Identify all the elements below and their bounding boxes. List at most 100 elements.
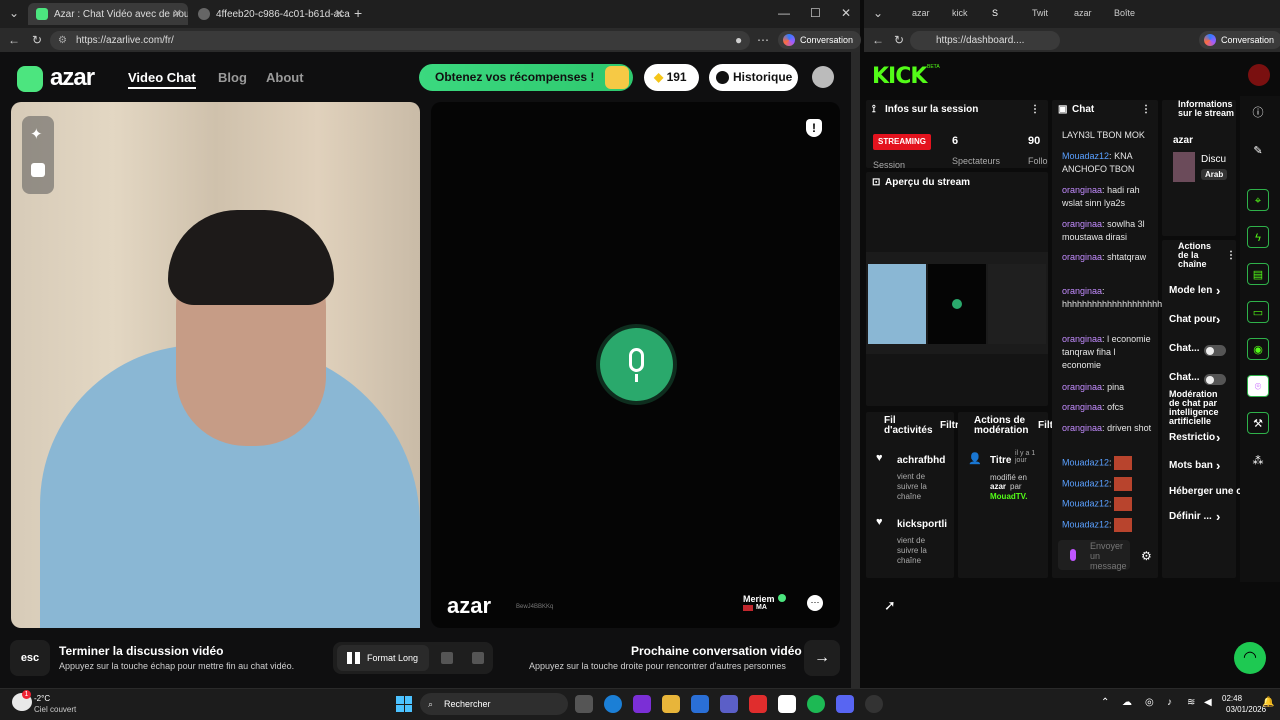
location-pin-icon[interactable]: ⌾: [1247, 375, 1269, 397]
refresh-icon[interactable]: ↻: [894, 33, 904, 47]
chat-username[interactable]: Mouadaz12: [1062, 478, 1109, 488]
channel-action-item[interactable]: Chat...: [1169, 343, 1200, 354]
chat-settings-icon[interactable]: ⚙: [1141, 549, 1152, 563]
chevron-right-icon[interactable]: ›: [1216, 510, 1220, 523]
chevron-right-icon[interactable]: ›: [1216, 431, 1220, 444]
rtab-kick[interactable]: kick: [952, 8, 968, 18]
notification-bell-icon[interactable]: 🔔: [1262, 697, 1274, 708]
sparkle-effects-icon[interactable]: ✦: [30, 125, 43, 143]
rtab-twitch[interactable]: Twit: [1032, 8, 1048, 18]
chat-username[interactable]: Mouadaz12: [1062, 151, 1109, 161]
volume-icon[interactable]: ◀: [1204, 697, 1212, 708]
gems-button[interactable]: ◆ 191: [644, 64, 699, 91]
chat-username[interactable]: Mouadaz12: [1062, 498, 1109, 508]
tab-azar[interactable]: Azar : Chat Vidéo avec de nou ✕: [28, 3, 188, 25]
edit-icon[interactable]: ✎: [1247, 140, 1269, 162]
channel-action-item[interactable]: Définir ...: [1169, 511, 1212, 522]
chat-username[interactable]: oranginaa: [1062, 382, 1102, 392]
esc-key[interactable]: esc: [10, 640, 50, 676]
cloud-tray-icon[interactable]: ☁: [1122, 697, 1132, 708]
teams-icon[interactable]: [720, 695, 738, 713]
format-long-button[interactable]: Format Long: [337, 645, 429, 671]
profile-icon[interactable]: ●: [735, 33, 742, 47]
chat-username[interactable]: oranginaa: [1062, 423, 1102, 433]
task-view-icon[interactable]: [575, 695, 593, 713]
chat-input[interactable]: Envoyer un message: [1058, 540, 1130, 571]
store-icon[interactable]: [691, 695, 709, 713]
chat-username[interactable]: Mouadaz12: [1062, 519, 1109, 529]
chrome-icon[interactable]: [865, 695, 883, 713]
back-icon[interactable]: ←: [8, 33, 20, 47]
user-avatar[interactable]: [1248, 64, 1270, 86]
nav-blog[interactable]: Blog: [218, 70, 247, 85]
next-arrow-button[interactable]: →: [804, 640, 840, 676]
tab-list-icon[interactable]: ⌄: [9, 6, 19, 20]
edge-icon[interactable]: [604, 695, 622, 713]
activity-user[interactable]: achrafbhd: [897, 455, 945, 466]
windows-start-icon[interactable]: [396, 696, 412, 712]
channel-action-item[interactable]: Héberger une c: [1169, 486, 1242, 497]
channel-action-item[interactable]: Restrictio: [1169, 432, 1215, 443]
moderation-filter[interactable]: Filt: [1038, 420, 1053, 431]
next-chat-title[interactable]: Prochaine conversation vidéo: [631, 644, 802, 658]
azar-logo-text[interactable]: azar: [50, 64, 95, 92]
close-tab-icon[interactable]: ✕: [173, 7, 182, 20]
channel-action-item[interactable]: Modération de chat par intelligence arti…: [1169, 390, 1225, 426]
chat-username[interactable]: oranginaa: [1062, 185, 1102, 195]
maximize-button[interactable]: ☐: [810, 6, 821, 20]
chat-username[interactable]: oranginaa: [1062, 334, 1102, 344]
broadcast-icon[interactable]: ◉: [1247, 338, 1269, 360]
chat-username[interactable]: oranginaa: [1062, 252, 1102, 262]
chat-username[interactable]: oranginaa: [1062, 402, 1102, 412]
nav-video-chat[interactable]: Video Chat: [128, 70, 196, 89]
activity-user[interactable]: kicksportli: [897, 519, 947, 530]
location-tray-icon[interactable]: ◎: [1145, 697, 1154, 708]
voice-input-icon[interactable]: [1070, 549, 1076, 561]
channel-action-item[interactable]: Mode len: [1169, 285, 1212, 296]
end-chat-title[interactable]: Terminer la discussion vidéo: [59, 644, 224, 658]
chat-menu-icon[interactable]: ⋮: [1141, 104, 1151, 115]
chat-bubble-icon[interactable]: ▭: [1247, 301, 1269, 323]
rtab-azar[interactable]: azar: [912, 8, 930, 18]
left-scrollbar[interactable]: [851, 52, 860, 688]
grid-format-icon[interactable]: [441, 652, 453, 664]
tray-chevron-icon[interactable]: ⌃: [1101, 697, 1109, 708]
url-input[interactable]: ⚙ https://azarlive.com/fr/: [50, 31, 750, 50]
channel-action-item[interactable]: Mots ban: [1169, 460, 1213, 471]
microphone-button[interactable]: [600, 328, 673, 401]
kick-logo[interactable]: KICK: [872, 64, 927, 89]
lightning-icon[interactable]: ϟ: [1247, 226, 1269, 248]
new-tab-button[interactable]: +: [354, 6, 362, 20]
channel-action-item[interactable]: Chat...: [1169, 372, 1200, 383]
copilot-conversation-button[interactable]: Conversation: [1199, 31, 1280, 49]
mod-item-user[interactable]: MouadTV.: [990, 492, 1027, 501]
rewards-button[interactable]: Obtenez vos récompenses !: [419, 64, 633, 91]
rtab-mail[interactable]: Boîte: [1114, 8, 1135, 18]
copilot-conversation-button[interactable]: Conversation: [778, 31, 862, 49]
chat-bubble-icon[interactable]: ⋯: [807, 595, 823, 611]
chevron-right-icon[interactable]: ›: [1216, 313, 1220, 326]
clock-time[interactable]: 02:48: [1222, 694, 1242, 703]
minimize-button[interactable]: —: [778, 6, 790, 20]
wrench-icon[interactable]: ⚒: [1247, 412, 1269, 434]
channel-actions-menu-icon[interactable]: ⋮: [1226, 250, 1236, 261]
close-tab-icon[interactable]: ✕: [335, 7, 344, 20]
stream-preview-video[interactable]: [866, 252, 1048, 354]
nodes-icon[interactable]: ⁂: [1247, 450, 1269, 472]
taskbar-search[interactable]: ⌕ Rechercher: [420, 693, 568, 715]
back-icon[interactable]: ←: [872, 33, 884, 47]
report-shield-icon[interactable]: !: [806, 119, 822, 137]
azar-logo-icon[interactable]: [17, 66, 43, 92]
refresh-icon[interactable]: ↻: [32, 33, 42, 47]
recorder-icon[interactable]: [749, 695, 767, 713]
tab-dashboard[interactable]: 4ffeeb20-c986-4c01-b61d-aca64a ✕: [190, 3, 350, 25]
chat-username[interactable]: Mouadaz12: [1062, 457, 1109, 467]
spotify-icon[interactable]: [807, 695, 825, 713]
app-icon[interactable]: [778, 695, 796, 713]
more-icon[interactable]: ⋯: [757, 33, 769, 47]
tab-list-icon[interactable]: ⌄: [873, 6, 883, 20]
profile-avatar-icon[interactable]: [812, 66, 834, 88]
document-icon[interactable]: ▤: [1247, 263, 1269, 285]
channel-action-item[interactable]: Chat pour: [1169, 314, 1216, 325]
focus-icon[interactable]: ⌖: [1247, 189, 1269, 211]
